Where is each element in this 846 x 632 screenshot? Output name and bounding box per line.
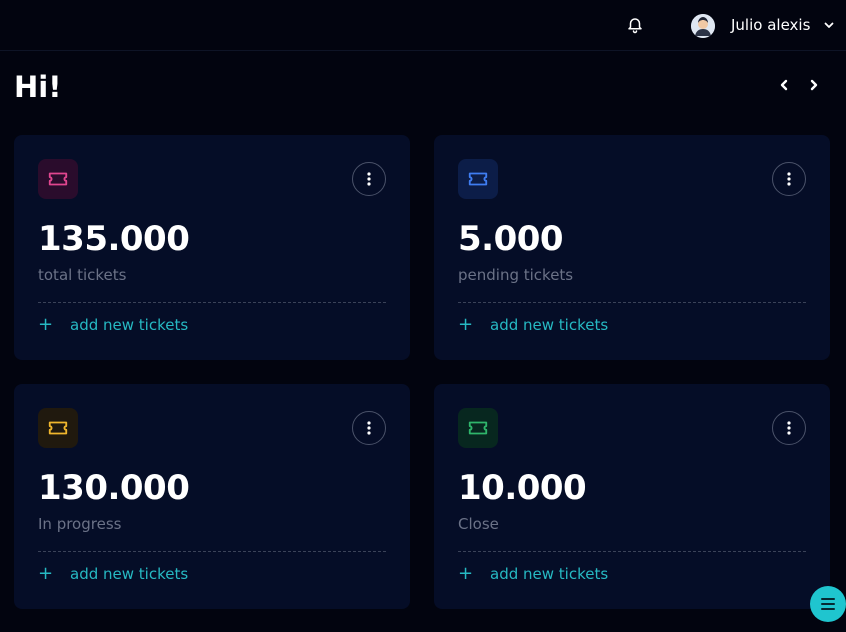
ticket-caption: Close xyxy=(458,515,499,533)
ticket-icon xyxy=(48,172,68,186)
menu-fab-button[interactable] xyxy=(810,586,846,622)
ticket-count: 5.000 xyxy=(458,219,564,259)
add-tickets-link[interactable]: + add new tickets xyxy=(38,314,188,336)
add-tickets-label: add new tickets xyxy=(70,565,189,583)
chevron-left-icon[interactable] xyxy=(776,76,792,94)
add-tickets-link[interactable]: + add new tickets xyxy=(458,563,608,585)
plus-icon: + xyxy=(38,314,54,335)
divider xyxy=(458,551,806,552)
chevron-right-icon[interactable] xyxy=(806,76,822,94)
avatar[interactable] xyxy=(691,14,715,38)
chevron-down-icon[interactable] xyxy=(823,19,835,31)
card-menu-button[interactable] xyxy=(772,411,806,445)
stat-card-total: 135.000 total tickets + add new tickets xyxy=(14,135,410,360)
card-menu-button[interactable] xyxy=(352,162,386,196)
add-tickets-link[interactable]: + add new tickets xyxy=(38,563,188,585)
bell-icon[interactable] xyxy=(626,16,644,34)
stat-card-in-progress: 130.000 In progress + add new tickets xyxy=(14,384,410,609)
add-tickets-label: add new tickets xyxy=(490,565,609,583)
more-vertical-icon xyxy=(367,172,371,186)
add-tickets-label: add new tickets xyxy=(70,316,189,334)
ticket-badge xyxy=(458,159,498,199)
ticket-icon xyxy=(468,421,488,435)
more-vertical-icon xyxy=(787,172,791,186)
plus-icon: + xyxy=(38,563,54,584)
stat-card-pending: 5.000 pending tickets + add new tickets xyxy=(434,135,830,360)
page-title: Hi! xyxy=(14,70,62,104)
add-tickets-link[interactable]: + add new tickets xyxy=(458,314,608,336)
more-vertical-icon xyxy=(787,421,791,435)
ticket-badge xyxy=(38,159,78,199)
plus-icon: + xyxy=(458,563,474,584)
ticket-badge xyxy=(458,408,498,448)
menu-icon xyxy=(821,598,835,610)
add-tickets-label: add new tickets xyxy=(490,316,609,334)
ticket-caption: pending tickets xyxy=(458,266,574,284)
ticket-icon xyxy=(48,421,68,435)
ticket-badge xyxy=(38,408,78,448)
ticket-count: 130.000 xyxy=(38,468,190,508)
stat-card-close: 10.000 Close + add new tickets xyxy=(434,384,830,609)
divider xyxy=(38,302,386,303)
user-name[interactable]: Julio alexis xyxy=(731,16,810,34)
card-menu-button[interactable] xyxy=(772,162,806,196)
more-vertical-icon xyxy=(367,421,371,435)
ticket-icon xyxy=(468,172,488,186)
ticket-caption: In progress xyxy=(38,515,122,533)
ticket-count: 135.000 xyxy=(38,219,190,259)
card-menu-button[interactable] xyxy=(352,411,386,445)
divider xyxy=(458,302,806,303)
top-bar: Julio alexis xyxy=(0,0,846,51)
ticket-caption: total tickets xyxy=(38,266,127,284)
ticket-count: 10.000 xyxy=(458,468,587,508)
divider xyxy=(38,551,386,552)
plus-icon: + xyxy=(458,314,474,335)
